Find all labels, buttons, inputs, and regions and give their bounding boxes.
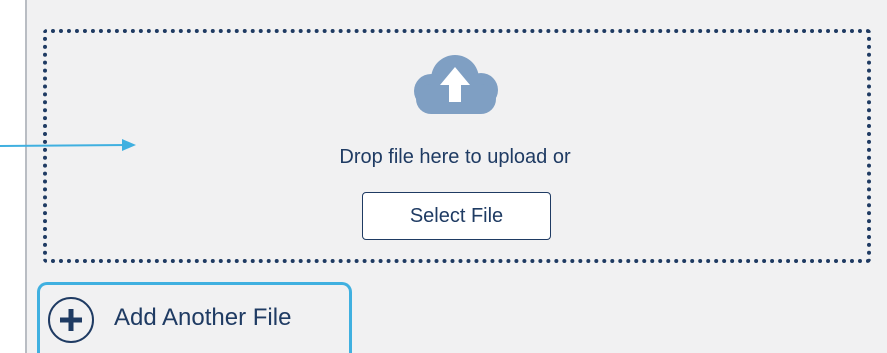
- select-file-button[interactable]: Select File: [362, 192, 551, 240]
- callout-arrow-icon: [0, 139, 136, 151]
- add-another-file-label: Add Another File: [114, 304, 292, 331]
- plus-circle-icon: [48, 297, 94, 343]
- cloud-upload-icon: [414, 55, 498, 114]
- drop-instructions: Drop file here to upload or: [339, 146, 571, 168]
- add-another-file-button[interactable]: Add Another File: [37, 282, 352, 353]
